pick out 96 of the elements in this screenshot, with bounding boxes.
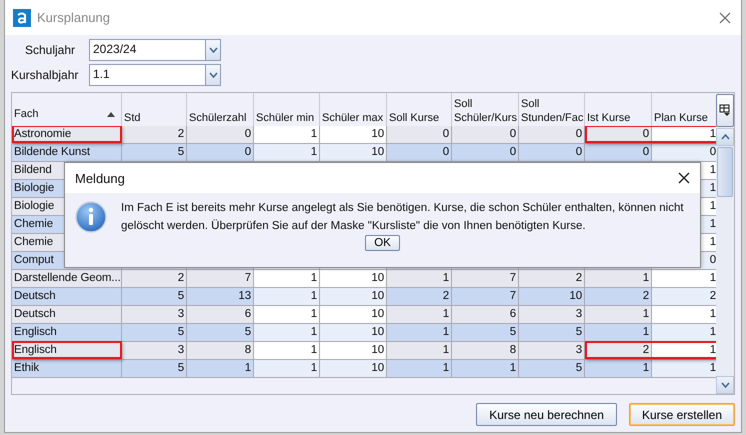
table-cell: 3 [519,342,585,360]
table-cell: Bildende Kunst [12,144,122,162]
column-header[interactable]: Fach [12,93,122,126]
table-cell: 0 [187,144,254,162]
table-cell: 1 [254,324,320,342]
table-cell: 2 [652,288,716,306]
dropdown-field[interactable]: 1.1 [89,64,221,86]
table-cell: 1 [254,270,320,288]
scrollbar-thumb[interactable] [717,147,733,197]
table-cell: 10 [320,144,387,162]
table-cell: 5 [452,324,519,342]
table-cell: 1 [652,360,716,378]
table-cell: Deutsch [12,288,122,306]
table-cell: 0 [187,126,254,144]
table-cell: 7 [452,270,519,288]
table-cell: 10 [320,324,387,342]
table-cell: 0 [585,144,652,162]
table-cell: 13 [187,288,254,306]
table-cell: 5 [122,144,187,162]
table-cell: 1 [254,342,320,360]
scroll-up-button[interactable] [716,128,734,146]
table-cell: 10 [320,306,387,324]
table-cell: 1 [652,324,716,342]
table-cell: Ethik [12,360,122,378]
table-cell: 0 [519,126,585,144]
table-cell: 5 [122,288,187,306]
table-cell: Darstellende Geom... [12,270,122,288]
column-header[interactable]: Ist Kurse [585,93,652,126]
table-cell: 5 [187,324,254,342]
table-cell: 1 [254,306,320,324]
table-cell: 8 [452,342,519,360]
table-cell: 1 [585,270,652,288]
table-cell: 1 [652,306,716,324]
dropdown-field[interactable]: 2023/24 [89,39,221,61]
table-cell: 10 [519,288,585,306]
table-cell: 2 [519,270,585,288]
scroll-down-button[interactable] [716,376,734,394]
table-cell: 10 [320,360,387,378]
table-cell: 1 [187,360,254,378]
table-cell: 3 [519,306,585,324]
table-cell: 2 [122,126,187,144]
table-cell: 10 [320,126,387,144]
table-cell: 1 [387,324,452,342]
table-cell: 1 [585,306,652,324]
info-icon [75,201,107,233]
column-chooser-icon [719,104,731,117]
table-cell: 1 [387,270,452,288]
table-cell: 6 [187,306,254,324]
table-cell: 1 [254,144,320,162]
table-cell: 1 [585,324,652,342]
table-cell: 0 [652,144,716,162]
ok-button[interactable]: OK [365,235,400,251]
action-button[interactable]: Kurse erstellen [628,403,735,426]
table-cell: 0 [387,126,452,144]
table-cell: 8 [187,342,254,360]
table-cell: 10 [320,288,387,306]
table-cell: 2 [122,270,187,288]
table-cell: 5 [122,324,187,342]
table-cell: 1 [387,360,452,378]
field-label: Schuljahr [24,43,76,57]
window-title: Kursplanung [37,10,111,25]
table-cell: 1 [254,288,320,306]
table-cell: 1 [452,360,519,378]
table-cell: 1 [387,306,452,324]
table-cell: Englisch [12,324,122,342]
close-icon[interactable] [678,172,690,184]
table-cell: 10 [320,270,387,288]
table-cell: 7 [452,288,519,306]
table-cell: 1 [652,270,716,288]
table-cell: Deutsch [12,306,122,324]
caret-up-icon [720,134,730,140]
table-cell: 0 [452,144,519,162]
field-label: Kurshalbjahr [11,68,80,82]
table-cell: 10 [320,342,387,360]
table-cell: 5 [519,324,585,342]
caret-icon [208,72,218,78]
table-cell: 0 [387,144,452,162]
table-cell: 0 [452,126,519,144]
action-button[interactable]: Kurse neu berechnen [476,403,617,426]
table-cell: 2 [585,288,652,306]
table-cell: 1 [387,342,452,360]
table-cell: 2 [387,288,452,306]
app-icon [13,8,31,26]
table-cell: 1 [254,126,320,144]
table-cell: 5 [122,360,187,378]
table-cell: 7 [187,270,254,288]
table-cell: 3 [122,342,187,360]
table-cell: 5 [519,360,585,378]
table-cell: 3 [122,306,187,324]
caret-down-icon [720,382,730,388]
column-chooser-button[interactable] [716,94,734,127]
table-cell: 1 [585,360,652,378]
table-cell: 0 [519,144,585,162]
table-cell: 1 [254,360,320,378]
table-cell: 6 [452,306,519,324]
caret-icon [208,47,218,53]
